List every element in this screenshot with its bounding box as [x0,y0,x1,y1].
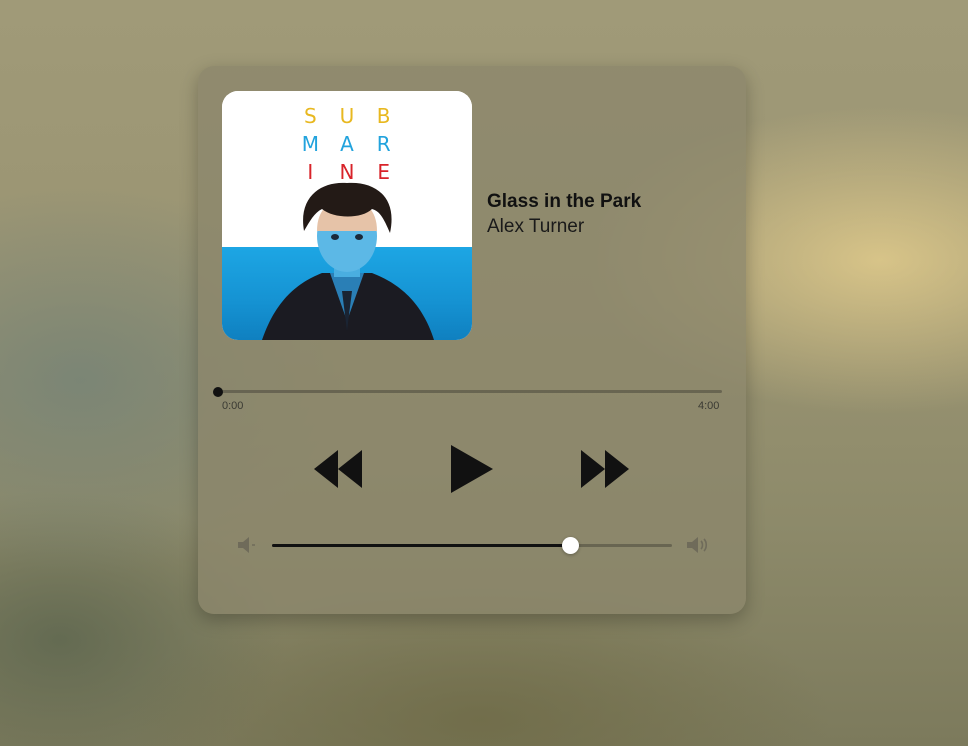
volume-slider-fill [272,544,570,547]
volume-mute-button[interactable] [236,535,258,560]
total-duration: 4:00 [698,400,720,412]
progress-bar[interactable] [218,390,722,393]
volume-mute-icon [238,537,255,553]
music-player-card: SUBMARINE Glass in the Park Alex Turner … [198,66,746,614]
play-icon [451,445,493,493]
track-artist: Alex Turner [487,216,585,237]
play-button[interactable] [449,443,495,500]
progress-knob[interactable] [213,387,223,397]
volume-max-button[interactable] [685,535,709,560]
fast-forward-icon [581,450,629,488]
album-cover: SUBMARINE [222,91,472,340]
volume-slider-knob[interactable] [561,537,579,554]
track-title: Glass in the Park [487,191,642,212]
rewind-button[interactable] [312,448,364,495]
fast-forward-button[interactable] [579,448,631,495]
rewind-icon [314,450,362,488]
current-time: 0:00 [222,400,244,412]
volume-high-icon [687,537,708,553]
